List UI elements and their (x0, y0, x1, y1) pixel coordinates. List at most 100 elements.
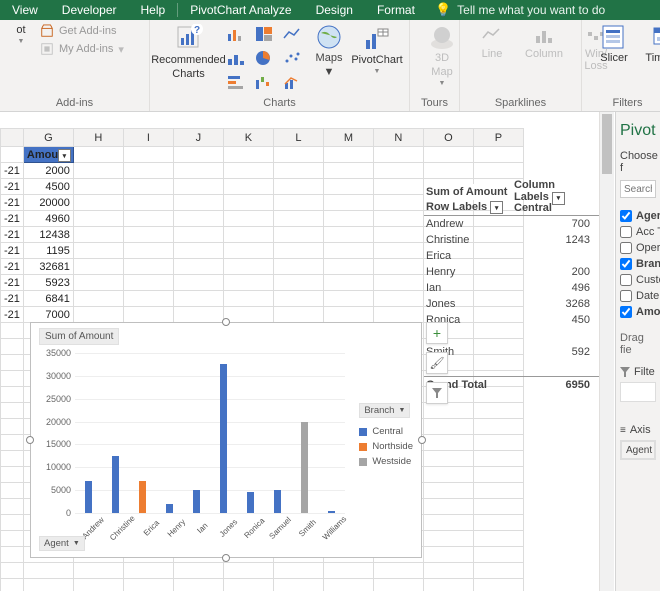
cell[interactable] (473, 563, 523, 579)
cell[interactable] (273, 291, 323, 307)
tab-developer[interactable]: Developer (50, 0, 129, 20)
timeline-button[interactable]: Timeline (644, 24, 660, 64)
pivotchart-object[interactable]: Sum of Amount 0 5000 10000 15000 20000 2… (30, 322, 422, 558)
column-header-I[interactable]: I (123, 129, 173, 147)
cell[interactable] (123, 307, 173, 323)
cell[interactable]: 7000 (23, 307, 73, 323)
chart-legend-field-button[interactable]: Branch ▼ (359, 403, 410, 418)
filter-dropdown[interactable]: ▾ (58, 149, 71, 162)
checkbox[interactable] (620, 242, 632, 254)
row-labels-dropdown[interactable]: ▾ (490, 201, 503, 214)
checkbox[interactable] (620, 306, 632, 318)
cell[interactable] (73, 211, 123, 227)
cell[interactable] (173, 563, 223, 579)
cell[interactable]: 2000 (23, 163, 73, 179)
cell[interactable] (473, 579, 523, 591)
chart-type-pie[interactable] (253, 48, 275, 68)
cell[interactable] (1, 323, 24, 339)
legend-item-Central[interactable]: Central (359, 426, 413, 437)
resize-handle-s[interactable] (222, 554, 230, 562)
cell[interactable] (423, 163, 473, 179)
cell[interactable] (223, 259, 273, 275)
3d-map-button[interactable]: 3D Map ▼ (420, 24, 464, 87)
cell[interactable] (1, 515, 24, 531)
cell[interactable] (23, 579, 73, 591)
cell[interactable] (423, 419, 473, 435)
cell[interactable] (273, 163, 323, 179)
cell[interactable] (373, 259, 423, 275)
pivot-button[interactable]: ot ▼ (10, 24, 32, 45)
cell[interactable] (373, 275, 423, 291)
cell[interactable] (323, 291, 373, 307)
column-header-K[interactable]: K (223, 129, 273, 147)
cell[interactable] (1, 499, 24, 515)
cell[interactable] (73, 579, 123, 591)
pivot-row[interactable]: Smith 592 (424, 344, 600, 360)
bar-Central-Jones[interactable] (220, 364, 227, 513)
cell[interactable] (223, 163, 273, 179)
scrollbar-thumb[interactable] (602, 114, 612, 174)
cell[interactable] (323, 243, 373, 259)
cell[interactable]: 6841 (23, 291, 73, 307)
bar-Central-Henry[interactable] (166, 504, 173, 513)
cell[interactable] (373, 163, 423, 179)
chart-type-line[interactable] (281, 24, 303, 44)
chart-type-waterfall[interactable] (253, 72, 275, 92)
resize-handle-n[interactable] (222, 318, 230, 326)
cell[interactable] (123, 163, 173, 179)
chart-filter-button[interactable] (426, 382, 448, 404)
cell[interactable] (1, 547, 24, 563)
column-header-L[interactable]: L (273, 129, 323, 147)
cell[interactable] (1, 339, 24, 355)
cell[interactable] (473, 451, 523, 467)
cell[interactable] (323, 307, 373, 323)
cell[interactable] (423, 515, 473, 531)
pivottable[interactable]: Sum of Amount Column Labels▾ Row Labels▾… (424, 184, 600, 392)
cell[interactable] (473, 531, 523, 547)
cell[interactable] (473, 467, 523, 483)
cell[interactable]: -21 (1, 291, 24, 307)
cell[interactable] (173, 275, 223, 291)
cell[interactable] (473, 515, 523, 531)
field-checkbox-Bran[interactable]: Bran (620, 258, 656, 270)
cell[interactable] (273, 563, 323, 579)
cell[interactable] (423, 467, 473, 483)
cell[interactable] (173, 307, 223, 323)
chart-styles-button[interactable]: 🖌 (426, 352, 448, 374)
cell[interactable]: 1195 (23, 243, 73, 259)
cell[interactable] (73, 307, 123, 323)
cell[interactable] (173, 195, 223, 211)
resize-handle-w[interactable] (26, 436, 34, 444)
cell[interactable] (1, 531, 24, 547)
cell[interactable] (423, 483, 473, 499)
bar-Northside-Erica[interactable] (139, 481, 146, 513)
cell[interactable] (73, 243, 123, 259)
cell[interactable] (73, 195, 123, 211)
cell[interactable] (423, 499, 473, 515)
chart-type-hierarchy[interactable] (253, 24, 275, 44)
cell[interactable] (323, 179, 373, 195)
cell[interactable] (1, 387, 24, 403)
cell[interactable] (273, 179, 323, 195)
cell[interactable] (323, 275, 373, 291)
bar-Central-Ian[interactable] (193, 490, 200, 513)
cell[interactable] (123, 259, 173, 275)
worksheet[interactable]: GHIJKLMNOPAmoun▾-212000-214500-2120000-2… (0, 112, 660, 591)
bar-Central-Christine[interactable] (112, 456, 119, 513)
tab-pivotchart-analyze[interactable]: PivotChart Analyze (178, 0, 303, 20)
cell[interactable]: 20000 (23, 195, 73, 211)
cell[interactable] (73, 227, 123, 243)
cell[interactable] (473, 419, 523, 435)
bar-Central-Williams[interactable] (328, 511, 335, 513)
sparkline-line-button[interactable]: Line (470, 24, 514, 60)
cell[interactable] (273, 307, 323, 323)
cell[interactable] (73, 179, 123, 195)
bar-Central-Andrew[interactable] (85, 481, 92, 513)
cell[interactable] (123, 243, 173, 259)
column-header-P[interactable]: P (473, 129, 523, 147)
cell[interactable] (173, 163, 223, 179)
cell[interactable] (1, 483, 24, 499)
amount-header-cell[interactable]: Amoun▾ (23, 147, 73, 163)
cell[interactable] (273, 195, 323, 211)
chart-plot-area[interactable]: 0 5000 10000 15000 20000 25000 30000 350… (75, 353, 345, 513)
